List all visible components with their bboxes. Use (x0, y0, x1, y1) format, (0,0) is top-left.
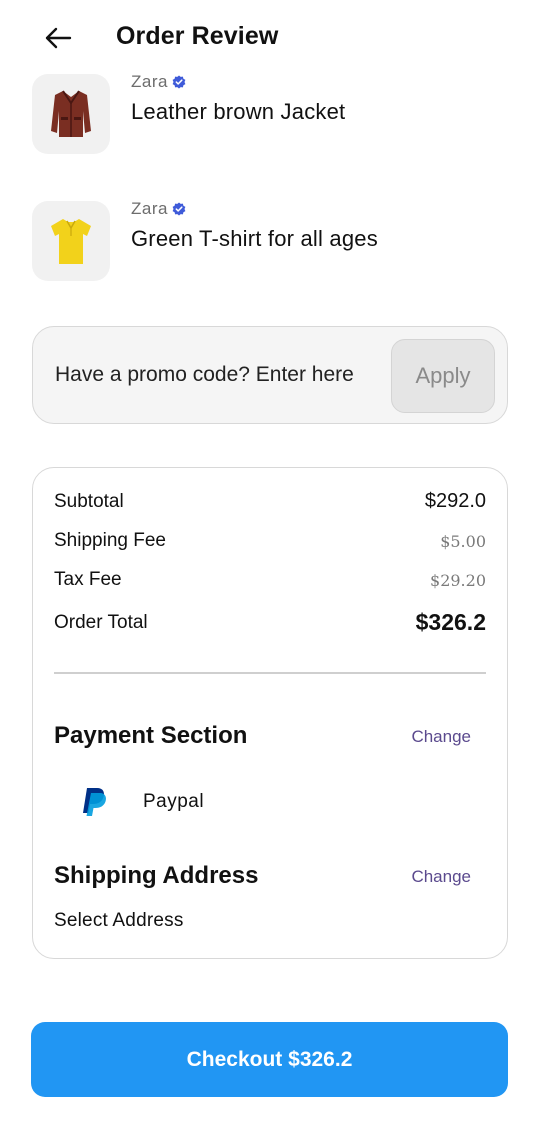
change-payment-link[interactable]: Change (411, 727, 471, 747)
product-thumbnail (32, 201, 110, 281)
brand-row: Zara (131, 199, 186, 219)
divider (54, 672, 486, 674)
product-item[interactable]: Zara Green T-shirt for all ages (32, 199, 508, 281)
shipping-fee-value: $5.00 (440, 531, 486, 551)
checkout-button[interactable]: Checkout $326.2 (31, 1022, 508, 1097)
order-summary-card: Subtotal $292.0 Shipping Fee $5.00 Tax F… (32, 467, 508, 959)
shipping-fee-label: Shipping Fee (54, 530, 166, 551)
verified-badge-icon (172, 202, 186, 216)
brand-name: Zara (131, 199, 168, 218)
product-name: Leather brown Jacket (131, 99, 346, 124)
tax-fee-label: Tax Fee (54, 569, 122, 590)
subtotal-value: $292.0 (424, 490, 486, 512)
tax-fee-row: Tax Fee $29.20 (54, 569, 486, 591)
subtotal-row: Subtotal $292.0 (54, 490, 486, 513)
tax-fee-value: $29.20 (430, 570, 486, 590)
arrow-left-icon (45, 27, 72, 49)
page-title: Order Review (116, 22, 279, 50)
header: Order Review (0, 0, 540, 76)
brand-name: Zara (131, 72, 168, 91)
shipping-fee-row: Shipping Fee $5.00 (54, 530, 486, 552)
payment-method-label: Paypal (143, 791, 205, 812)
select-address-text[interactable]: Select Address (54, 910, 184, 932)
apply-button[interactable]: Apply (391, 339, 495, 413)
paypal-icon (83, 788, 106, 816)
verified-badge-icon (172, 75, 186, 89)
order-total-row: Order Total $326.2 (54, 609, 486, 636)
shipping-address-title: Shipping Address (54, 862, 259, 889)
promo-code-placeholder[interactable]: Have a promo code? Enter here (55, 363, 354, 387)
product-item[interactable]: Zara Leather brown Jacket (32, 72, 508, 154)
product-name: Green T-shirt for all ages (131, 226, 378, 251)
brand-row: Zara (131, 72, 186, 92)
yellow-tshirt-image (51, 219, 91, 264)
back-button[interactable] (40, 20, 76, 56)
order-total-label: Order Total (54, 611, 148, 633)
promo-code-field[interactable]: Have a promo code? Enter here Apply (32, 326, 508, 424)
subtotal-label: Subtotal (54, 490, 124, 512)
product-thumbnail (32, 74, 110, 154)
order-total-value: $326.2 (415, 609, 486, 635)
payment-section-title: Payment Section (54, 722, 248, 749)
leather-jacket-image (51, 90, 91, 137)
change-address-link[interactable]: Change (411, 867, 471, 887)
